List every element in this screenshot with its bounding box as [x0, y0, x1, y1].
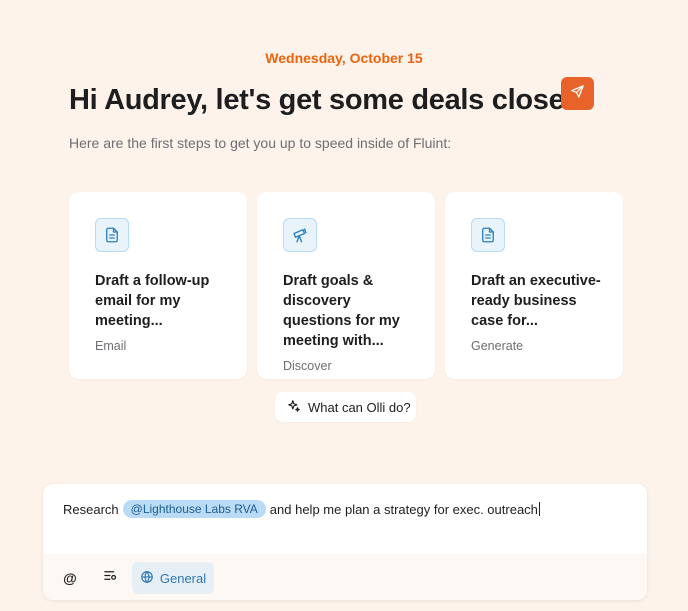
what-can-olli-do-button[interactable]: What can Olli do? [275, 392, 416, 422]
olli-button-label: What can Olli do? [308, 399, 411, 415]
at-icon: @ [63, 570, 77, 586]
prompt-library-button[interactable] [95, 562, 125, 594]
mention-chip[interactable]: @Lighthouse Labs RVA [122, 500, 266, 518]
home-page: Wednesday, October 15 Hi Audrey, let's g… [0, 0, 688, 611]
page-subtitle: Here are the first steps to get you up t… [69, 135, 452, 151]
page-title: Hi Audrey, let's get some deals closed [69, 84, 582, 116]
globe-icon [140, 570, 154, 587]
prompt-prefix: Research [63, 501, 119, 517]
card-title: Draft goals & discovery questions for my… [283, 273, 400, 349]
send-icon [570, 84, 585, 104]
mode-selector[interactable]: General [132, 562, 214, 594]
sparkle-icon [287, 399, 301, 416]
list-icon [103, 568, 118, 588]
send-button[interactable] [561, 77, 594, 110]
telescope-icon [283, 218, 317, 252]
card-tag: Email [95, 339, 127, 353]
composer-toolbar: @ General [43, 554, 647, 600]
suggestion-card-generate[interactable]: Draft an executive-ready business case f… [445, 192, 623, 379]
card-tag: Discover [283, 359, 332, 373]
document-icon [95, 218, 129, 252]
mode-label: General [159, 570, 207, 586]
card-tag: Generate [471, 339, 524, 353]
card-title: Draft a follow-up email for my meeting..… [95, 273, 210, 329]
document-icon [471, 218, 505, 252]
mention-button[interactable]: @ [55, 562, 85, 594]
text-caret [538, 502, 540, 516]
card-title: Draft an executive-ready business case f… [471, 273, 601, 329]
prompt-composer[interactable]: Research @Lighthouse Labs RVA and help m… [43, 484, 647, 600]
prompt-input[interactable]: Research @Lighthouse Labs RVA and help m… [63, 500, 627, 518]
current-date: Wednesday, October 15 [265, 50, 423, 66]
suggestion-cards: Draft a follow-up email for my meeting..… [69, 192, 623, 379]
prompt-suffix: and help me plan a strategy for exec. ou… [269, 501, 538, 517]
suggestion-card-email[interactable]: Draft a follow-up email for my meeting..… [69, 192, 247, 379]
suggestion-card-discover[interactable]: Draft goals & discovery questions for my… [257, 192, 435, 379]
